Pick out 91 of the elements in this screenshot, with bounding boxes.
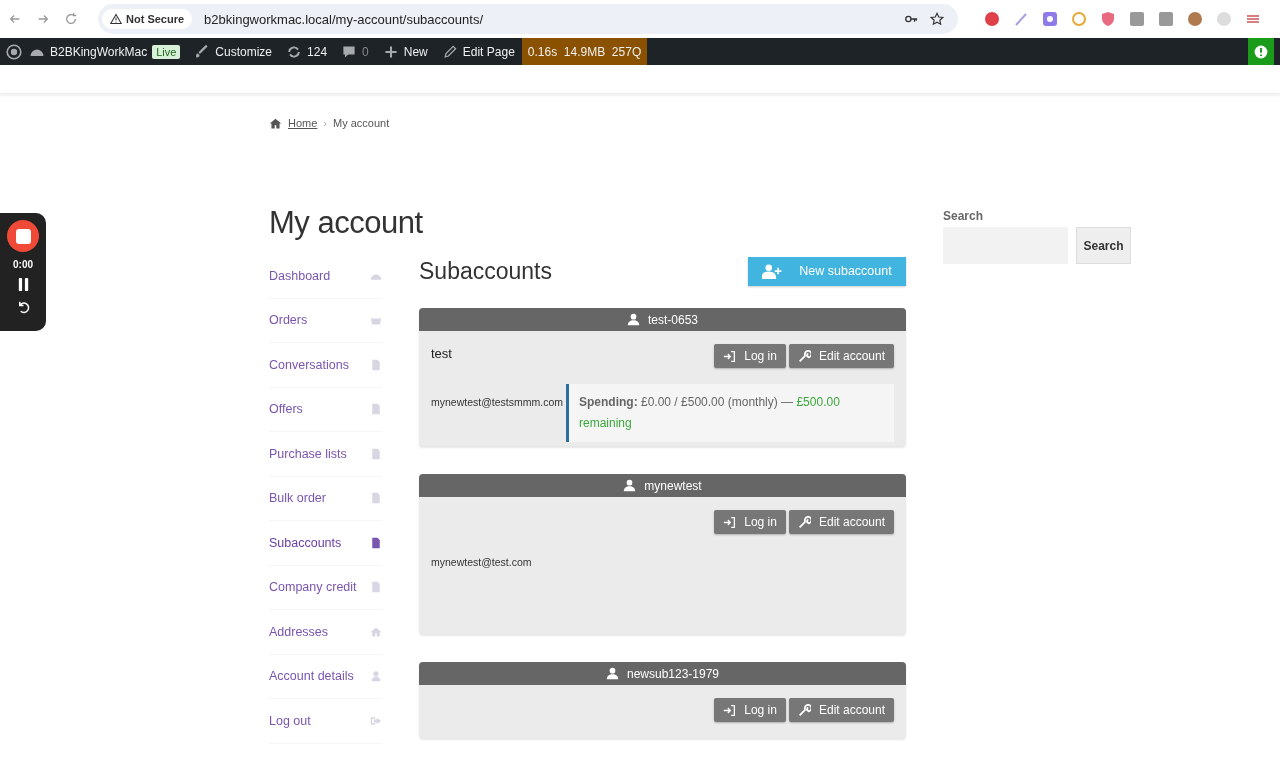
document-icon (370, 358, 382, 371)
back-icon[interactable] (8, 12, 22, 26)
breadcrumb-separator: › (323, 117, 327, 129)
user-icon (626, 313, 640, 326)
username: newsub123-1979 (626, 666, 720, 681)
wrench-icon (797, 349, 811, 363)
sign-out-icon (370, 714, 382, 727)
alert-icon (1253, 43, 1269, 60)
page-title: My account (269, 204, 424, 242)
account-email: mynewtest@test.com (431, 556, 533, 568)
new-label: New (403, 44, 428, 59)
document-icon (370, 492, 382, 505)
extension-icon[interactable] (1129, 11, 1145, 27)
customize-label: Customize (215, 44, 273, 59)
extension-icon[interactable] (1100, 11, 1116, 27)
updates-count: 124 (307, 44, 328, 59)
breadcrumb-current: My account (333, 117, 390, 129)
account-email: mynewtest@testsmmm.com (431, 395, 564, 410)
recording-time: 0:00 (13, 259, 33, 270)
extension-icon[interactable] (1158, 11, 1174, 27)
pencil-icon (441, 43, 458, 60)
extension-icon[interactable] (1042, 11, 1058, 27)
security-chip[interactable]: Not Secure (102, 9, 193, 29)
username: mynewtest (644, 478, 702, 493)
customize-link[interactable]: Customize (187, 43, 280, 60)
nav-link[interactable]: Addresses (269, 610, 382, 655)
nav-link[interactable]: Offers (269, 387, 382, 432)
nav-link[interactable]: Account details (269, 654, 382, 699)
nav-link[interactable]: Dashboard (269, 254, 382, 299)
extension-icon[interactable] (1013, 11, 1029, 27)
sign-in-icon (723, 515, 737, 529)
log-in-button[interactable]: Log in (714, 698, 786, 722)
user-icon (370, 670, 382, 683)
log-in-button[interactable]: Log in (714, 344, 786, 368)
user-icon (623, 479, 637, 492)
url-text: b2bkingworkmac.local/my-account/subaccounts/ (204, 11, 483, 27)
search-button[interactable]: Search (1076, 227, 1131, 264)
extension-icon[interactable] (984, 11, 1000, 27)
sign-in-icon (723, 703, 737, 717)
comments-count: 0 (362, 44, 369, 59)
house-icon (370, 625, 382, 638)
edit-account-button[interactable]: Edit account (788, 510, 894, 534)
nav-link[interactable]: Conversations (269, 343, 382, 388)
forward-icon[interactable] (36, 12, 50, 26)
document-icon (370, 403, 382, 416)
nav-link[interactable]: Subaccounts (269, 521, 382, 566)
log-in-button[interactable]: Log in (714, 510, 786, 534)
star-icon[interactable] (930, 12, 944, 26)
extension-icon[interactable] (1071, 11, 1087, 27)
address-bar[interactable]: Not Secure b2bkingworkmac.local/my-account/subaccounts/ (98, 4, 958, 34)
document-icon (370, 581, 382, 594)
new-link[interactable]: New (375, 43, 435, 60)
plus-icon (382, 43, 399, 60)
breadcrumb-link[interactable]: Home (288, 117, 318, 129)
status-indicator[interactable] (1248, 38, 1274, 65)
nav-link[interactable]: Purchase lists (269, 432, 382, 477)
home-icon (269, 116, 282, 130)
spending-text: Spending: £0.00 / £500.00 (monthly) — £500.00 remaining (579, 395, 840, 430)
security-label: Not Secure (126, 13, 185, 25)
wordpress-icon[interactable] (6, 43, 22, 60)
nav-link[interactable]: Orders (269, 298, 382, 343)
nav-link[interactable]: Company credit (269, 565, 382, 610)
document-icon (370, 447, 382, 460)
updates-link[interactable]: 124 (279, 43, 335, 60)
account-name: test (431, 346, 452, 361)
sign-in-icon (723, 349, 737, 363)
live-badge: Live (152, 44, 181, 59)
section-title: Subaccounts (419, 257, 552, 285)
user-icon (605, 667, 619, 680)
document-icon (370, 536, 382, 549)
nav-link[interactable]: Bulk order (269, 476, 382, 521)
nav-link[interactable]: Log out (269, 699, 382, 744)
edit-page-label: Edit Page (462, 44, 515, 59)
wrench-icon (797, 515, 811, 529)
comment-icon (341, 43, 358, 60)
warning-icon (110, 13, 122, 25)
edit-page-link[interactable]: Edit Page (434, 43, 522, 60)
stop-button[interactable] (7, 220, 39, 252)
comments-link[interactable]: 0 (334, 43, 376, 60)
edit-account-button[interactable]: Edit account (788, 344, 894, 368)
search-label: Search (943, 209, 985, 223)
add-user-icon (762, 263, 784, 279)
site-name: B2BKingWorkMac (50, 44, 148, 59)
sync-icon (286, 43, 303, 60)
reload-icon[interactable] (64, 12, 78, 26)
username: test-0653 (647, 312, 698, 327)
wrench-icon (797, 703, 811, 717)
query-monitor-stats[interactable]: 0.16s 14.9MB 257Q (521, 38, 648, 65)
site-menu[interactable]: B2BKingWorkMac Live (22, 43, 188, 60)
cookie-icon[interactable] (1187, 11, 1203, 27)
edit-account-button[interactable]: Edit account (788, 698, 894, 722)
